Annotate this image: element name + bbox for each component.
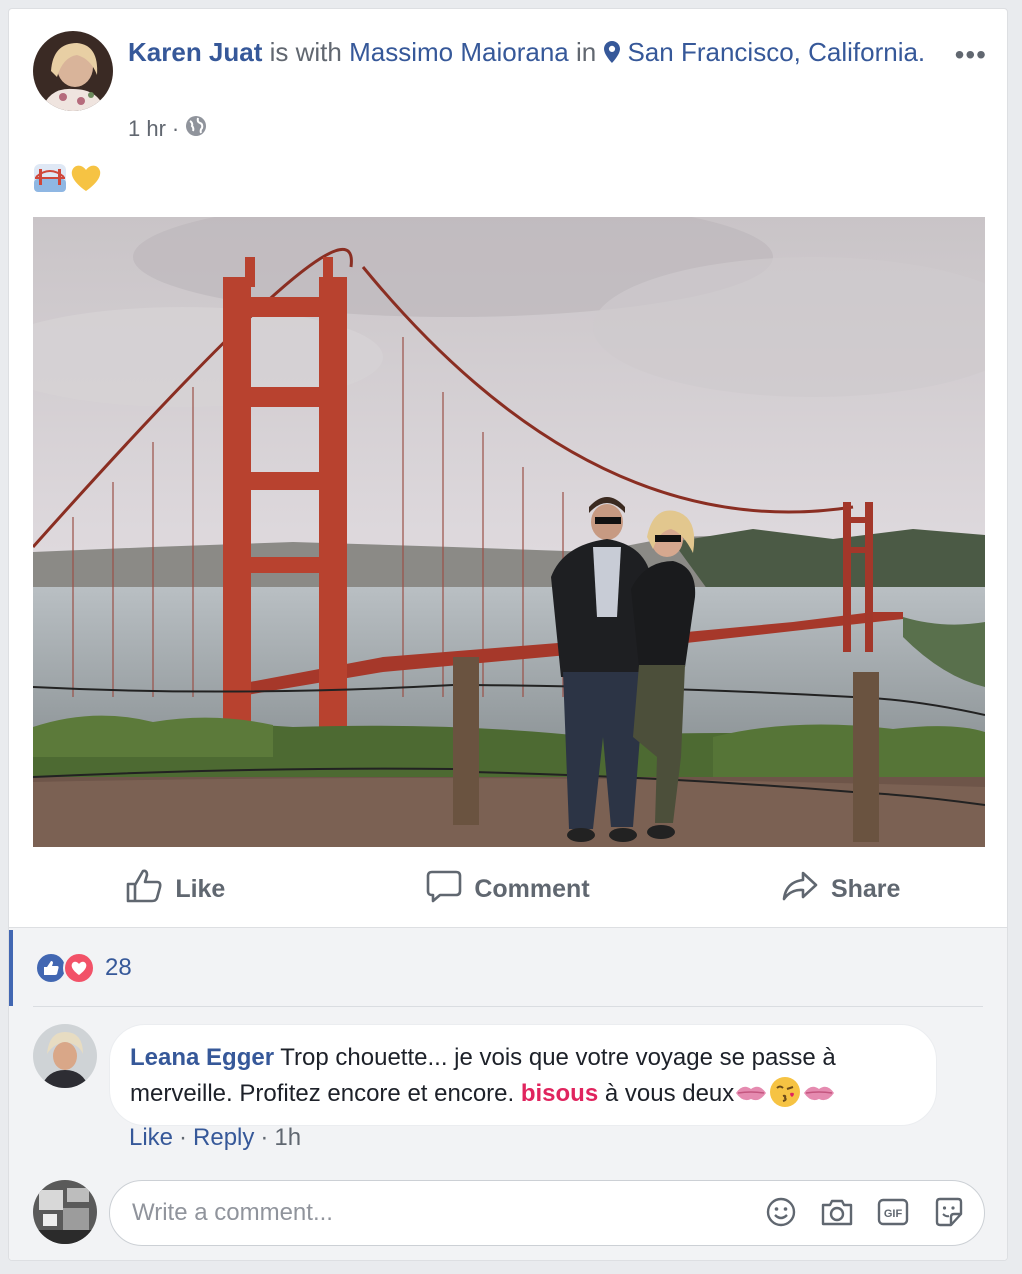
comment-reply-link[interactable]: Reply — [193, 1124, 254, 1152]
comment-actions: Like · Reply · 1h — [129, 1124, 301, 1152]
meta-separator: · — [171, 116, 180, 141]
kissing-face-icon — [768, 1077, 802, 1107]
is-with-text: is with — [269, 37, 342, 67]
author-name[interactable]: Karen Juat — [128, 37, 262, 67]
post-card: Karen Juat is with Massimo Maiorana in S… — [8, 8, 1008, 1261]
comment-composer: Write a comment... GIF — [33, 1180, 985, 1250]
sticker-icon[interactable] — [932, 1195, 966, 1229]
location-pin-icon — [603, 36, 621, 74]
gif-label: GIF — [884, 1208, 903, 1220]
share-arrow-icon — [781, 869, 819, 910]
divider — [33, 1006, 983, 1007]
post-meta: 1 hr · — [128, 115, 207, 143]
share-label: Share — [830, 874, 901, 903]
smiley-icon[interactable] — [764, 1195, 798, 1229]
kiss-mark-icon-2 — [802, 1080, 836, 1107]
comment-highlight[interactable]: bisous — [521, 1080, 598, 1107]
kiss-mark-icon — [734, 1080, 768, 1107]
reaction-count[interactable]: 28 — [105, 952, 132, 984]
more-options-button[interactable]: ••• — [955, 39, 987, 71]
gif-icon[interactable]: GIF — [876, 1195, 910, 1229]
like-label: Like — [175, 874, 226, 903]
thumbs-up-icon — [125, 868, 163, 911]
tagged-friend[interactable]: Massimo Maiorana — [349, 37, 569, 67]
post-actions: Like Comment Share — [9, 849, 1007, 929]
speech-bubble-icon — [426, 869, 462, 910]
share-button[interactable]: Share — [674, 849, 1007, 929]
love-reaction-icon — [63, 952, 95, 984]
reactions-summary[interactable]: 28 — [9, 930, 1007, 1006]
commenter-name[interactable]: Leana Egger — [130, 1044, 274, 1071]
like-button[interactable]: Like — [9, 849, 342, 929]
comment-input[interactable]: Write a comment... GIF — [109, 1180, 985, 1246]
author-avatar[interactable] — [33, 31, 113, 111]
comments-section: 28 Leana Egger Trop chouette... je vois … — [9, 927, 1007, 1260]
author-line: Karen Juat is with Massimo Maiorana in S… — [128, 33, 928, 74]
reaction-icons — [35, 952, 95, 984]
comment-time[interactable]: 1h — [274, 1124, 301, 1152]
in-text: in — [575, 37, 597, 67]
current-user-avatar[interactable] — [33, 1180, 97, 1244]
comment-label: Comment — [474, 874, 590, 903]
post-photo[interactable] — [33, 217, 985, 847]
globe-icon[interactable] — [185, 115, 207, 143]
comment-text-end: à vous deux — [598, 1080, 735, 1107]
separator-dot: · — [260, 1124, 269, 1151]
post-time[interactable]: 1 hr — [128, 116, 166, 142]
comment-button[interactable]: Comment — [342, 849, 675, 929]
post-text — [33, 161, 103, 197]
comment-placeholder: Write a comment... — [132, 1199, 333, 1226]
composer-tools: GIF — [764, 1195, 966, 1229]
comment-like-link[interactable]: Like — [129, 1124, 173, 1152]
yellow-heart-icon — [69, 161, 103, 195]
post-header: Karen Juat is with Massimo Maiorana in S… — [9, 9, 1007, 159]
commenter-avatar[interactable] — [33, 1024, 97, 1088]
separator-dot: · — [179, 1124, 188, 1151]
location-link[interactable]: San Francisco, California. — [627, 37, 925, 67]
camera-icon[interactable] — [820, 1195, 854, 1229]
comment-bubble: Leana Egger Trop chouette... je vois que… — [109, 1024, 937, 1126]
bridge-emoji-icon — [33, 161, 67, 195]
